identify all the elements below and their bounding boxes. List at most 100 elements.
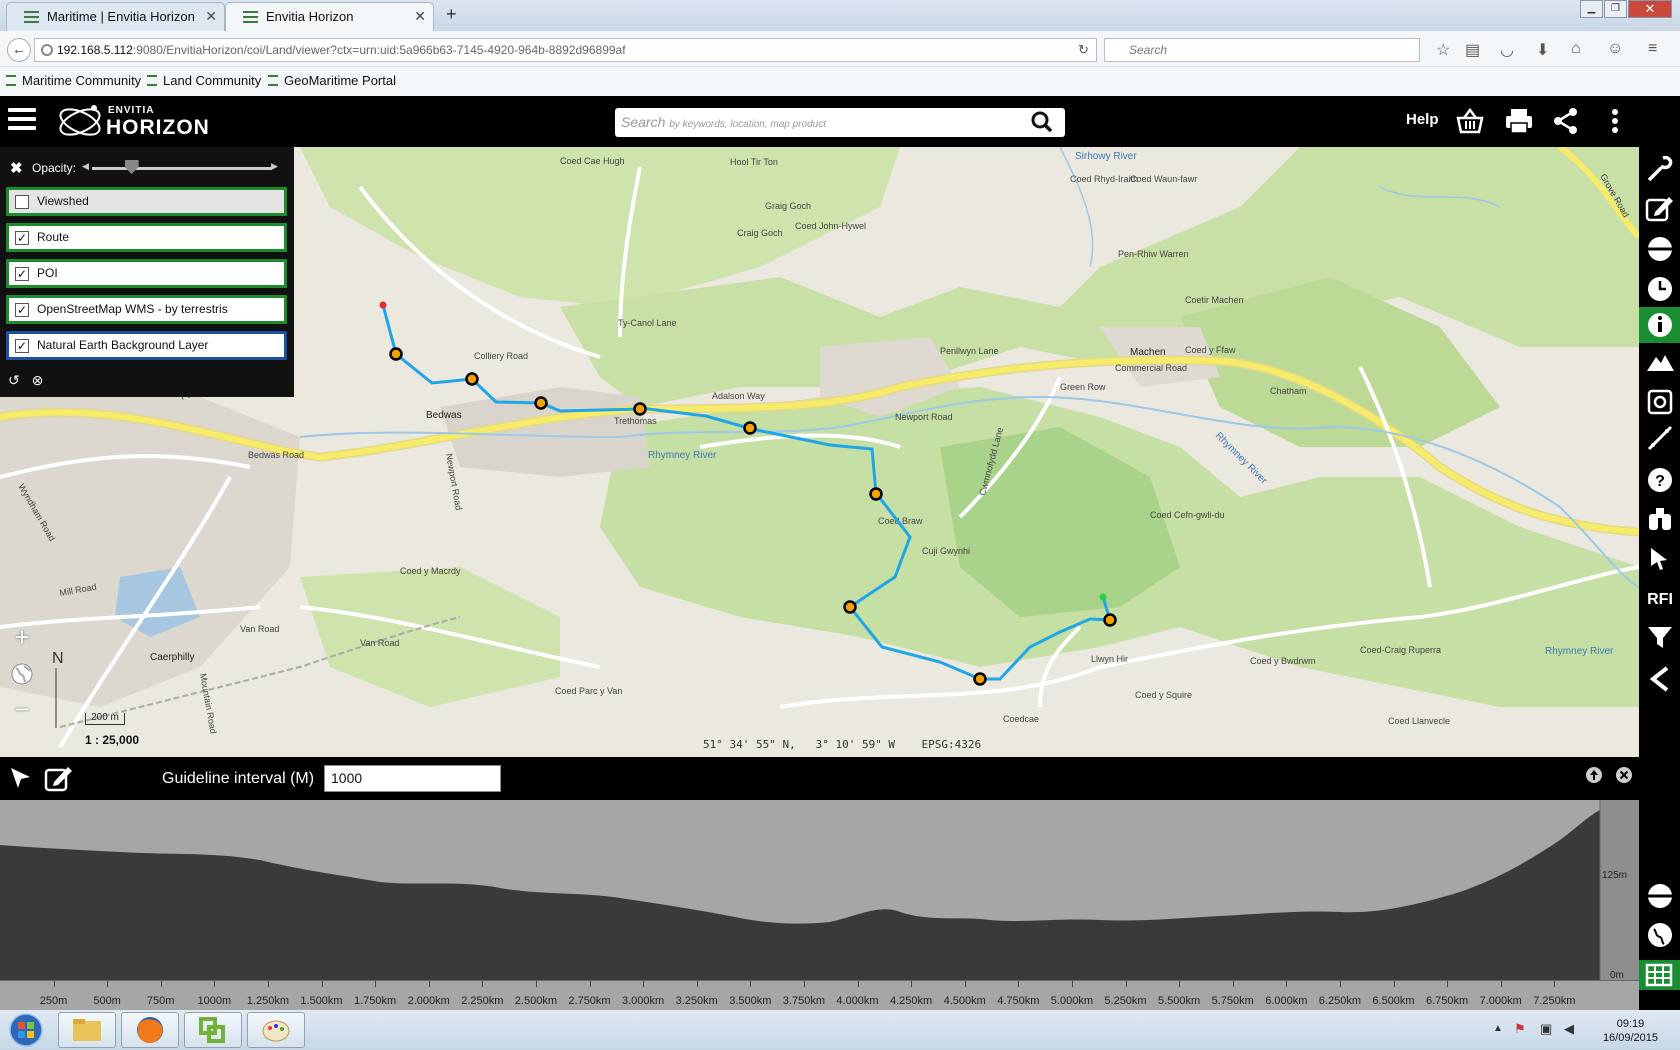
binoculars-icon[interactable] bbox=[1645, 504, 1675, 534]
reading-list-icon[interactable]: ▤ bbox=[1465, 40, 1480, 60]
bookmark-label: Land Community bbox=[163, 73, 262, 88]
browser-menu-icon[interactable]: ≡ bbox=[1648, 40, 1657, 58]
maximize-icon[interactable]: ❐ bbox=[1604, 0, 1627, 18]
opacity-slider[interactable] bbox=[92, 167, 272, 170]
profile-x-tick-mark bbox=[1018, 981, 1020, 987]
bookmark-star-icon[interactable]: ☆ bbox=[1436, 40, 1450, 60]
target-icon[interactable] bbox=[1645, 387, 1675, 417]
layer-poi[interactable]: ✓ POI bbox=[6, 259, 287, 288]
layer-checkbox[interactable]: ✓ bbox=[15, 303, 29, 317]
tab-envitia-horizon[interactable]: Envitia Horizon ✕ bbox=[225, 2, 434, 31]
taskbar-firefox-button[interactable] bbox=[121, 1012, 179, 1048]
taskbar-clock[interactable]: 09:19 16/09/2015 bbox=[1603, 1017, 1658, 1045]
zoom-in-button[interactable]: + bbox=[8, 624, 36, 652]
route-start-marker[interactable] bbox=[379, 301, 387, 309]
filter-icon[interactable] bbox=[1645, 622, 1675, 652]
layers-globe-icon[interactable] bbox=[1645, 881, 1675, 911]
slider-right-arrow-icon[interactable]: ▶ bbox=[271, 161, 278, 172]
address-bar[interactable]: 192.168.5.112:9080/EnvitiaHorizon/coi/La… bbox=[34, 38, 1097, 62]
poi-marker[interactable] bbox=[1103, 613, 1117, 627]
wrench-icon[interactable] bbox=[1645, 154, 1675, 184]
window-close-icon[interactable]: ✕ bbox=[1628, 0, 1672, 18]
print-icon[interactable] bbox=[1504, 106, 1534, 136]
chat-icon[interactable]: ☺ bbox=[1607, 40, 1623, 58]
poi-marker[interactable] bbox=[743, 421, 757, 435]
poi-marker[interactable] bbox=[389, 347, 403, 361]
elevation-profile-chart[interactable]: 125m 0m bbox=[0, 800, 1639, 981]
poi-marker[interactable] bbox=[633, 402, 647, 416]
share-icon[interactable] bbox=[1551, 106, 1581, 136]
taskbar-explorer-button[interactable] bbox=[58, 1012, 116, 1048]
site-info-icon[interactable] bbox=[41, 44, 53, 56]
profile-x-tick-label: 3.000km bbox=[621, 995, 665, 1007]
opacity-slider-thumb[interactable] bbox=[124, 160, 139, 174]
info-icon[interactable] bbox=[1645, 310, 1675, 340]
bookmark-geomaritime-portal[interactable]: GeoMaritime Portal bbox=[268, 73, 396, 88]
reload-icon[interactable]: ↻ bbox=[1078, 42, 1089, 58]
download-icon[interactable]: ⬇ bbox=[1536, 40, 1549, 60]
app-search-input[interactable]: Search by keywords, location, map produc… bbox=[615, 108, 1065, 137]
clock-icon[interactable] bbox=[1645, 274, 1675, 304]
route-end-marker[interactable] bbox=[1099, 593, 1107, 601]
back-arrow-icon[interactable]: ← bbox=[7, 38, 31, 62]
layer-openstreetmap[interactable]: ✓ OpenStreetMap WMS - by terrestris bbox=[6, 295, 287, 324]
browser-search-input[interactable]: Search bbox=[1104, 38, 1420, 62]
windows-start-icon[interactable] bbox=[6, 1012, 46, 1048]
layer-checkbox[interactable]: ✓ bbox=[15, 231, 29, 245]
profile-x-tick-label: 2.750km bbox=[568, 995, 611, 1007]
reset-icon[interactable]: ↺ bbox=[8, 372, 20, 388]
help-link[interactable]: Help bbox=[1406, 111, 1439, 128]
globe-icon[interactable] bbox=[10, 662, 34, 686]
layer-label: Viewshed bbox=[37, 194, 89, 208]
zoom-out-button[interactable]: − bbox=[8, 696, 36, 724]
globe-layers-icon[interactable] bbox=[1645, 234, 1675, 264]
new-tab-icon[interactable]: + bbox=[446, 4, 457, 25]
layer-checkbox[interactable]: ✓ bbox=[15, 339, 29, 353]
globe-icon[interactable] bbox=[1645, 920, 1675, 950]
slider-left-arrow-icon[interactable]: ◀ bbox=[82, 161, 89, 172]
tab-close-icon[interactable]: ✕ bbox=[414, 3, 426, 30]
home-icon[interactable]: ⌂ bbox=[1571, 40, 1581, 58]
more-vertical-icon[interactable] bbox=[1600, 106, 1630, 136]
scroll-up-icon[interactable] bbox=[1585, 766, 1603, 784]
bookmark-maritime-community[interactable]: Maritime Community bbox=[6, 73, 141, 88]
poi-marker[interactable] bbox=[869, 487, 883, 501]
tray-flag-icon[interactable]: ⚑ bbox=[1514, 1021, 1526, 1037]
layer-route[interactable]: ✓ Route bbox=[6, 223, 287, 252]
taskbar-vsphere-button[interactable] bbox=[184, 1012, 242, 1048]
poi-marker[interactable] bbox=[465, 372, 479, 386]
tray-volume-icon[interactable]: ◀ bbox=[1564, 1021, 1574, 1037]
collapse-icon[interactable] bbox=[1645, 664, 1675, 694]
edit-icon[interactable] bbox=[1645, 194, 1675, 224]
layer-natural-earth[interactable]: ✓ Natural Earth Background Layer bbox=[6, 331, 287, 360]
taskbar-paint-button[interactable] bbox=[247, 1012, 305, 1048]
bookmark-land-community[interactable]: Land Community bbox=[147, 73, 261, 88]
table-icon[interactable] bbox=[1639, 960, 1680, 990]
remove-all-icon[interactable]: ⊗ bbox=[32, 372, 44, 388]
help-icon[interactable]: ? bbox=[1645, 465, 1675, 495]
menu-icon[interactable] bbox=[8, 108, 36, 132]
basket-icon[interactable] bbox=[1455, 106, 1485, 136]
edit-icon[interactable] bbox=[44, 764, 74, 792]
close-icon[interactable] bbox=[1615, 766, 1633, 784]
pointer-icon[interactable] bbox=[1645, 544, 1675, 574]
terrain-icon[interactable] bbox=[1645, 347, 1675, 377]
tab-close-icon[interactable]: ✕ bbox=[205, 3, 217, 30]
tray-network-icon[interactable]: ▣ bbox=[1540, 1021, 1552, 1037]
layer-checkbox[interactable]: ✓ bbox=[15, 267, 29, 281]
pocket-icon[interactable]: ◡ bbox=[1500, 40, 1514, 60]
minimize-icon[interactable]: ▁ bbox=[1580, 0, 1603, 18]
search-icon[interactable] bbox=[1031, 111, 1053, 133]
poi-marker[interactable] bbox=[843, 600, 857, 614]
measure-icon[interactable] bbox=[1645, 423, 1675, 453]
tray-expand-icon[interactable]: ▲ bbox=[1493, 1023, 1503, 1034]
poi-marker[interactable] bbox=[534, 396, 548, 410]
close-icon[interactable]: ✖ bbox=[10, 159, 23, 177]
tab-maritime[interactable]: Maritime | Envitia Horizon ✕ bbox=[6, 2, 225, 31]
layer-viewshed[interactable]: Viewshed bbox=[6, 187, 287, 216]
poi-marker[interactable] bbox=[973, 672, 987, 686]
guideline-interval-input[interactable]: 1000 bbox=[324, 765, 501, 792]
select-pointer-icon[interactable] bbox=[8, 765, 34, 791]
layer-checkbox[interactable] bbox=[15, 195, 29, 209]
rfi-icon[interactable]: RFI bbox=[1645, 582, 1675, 612]
